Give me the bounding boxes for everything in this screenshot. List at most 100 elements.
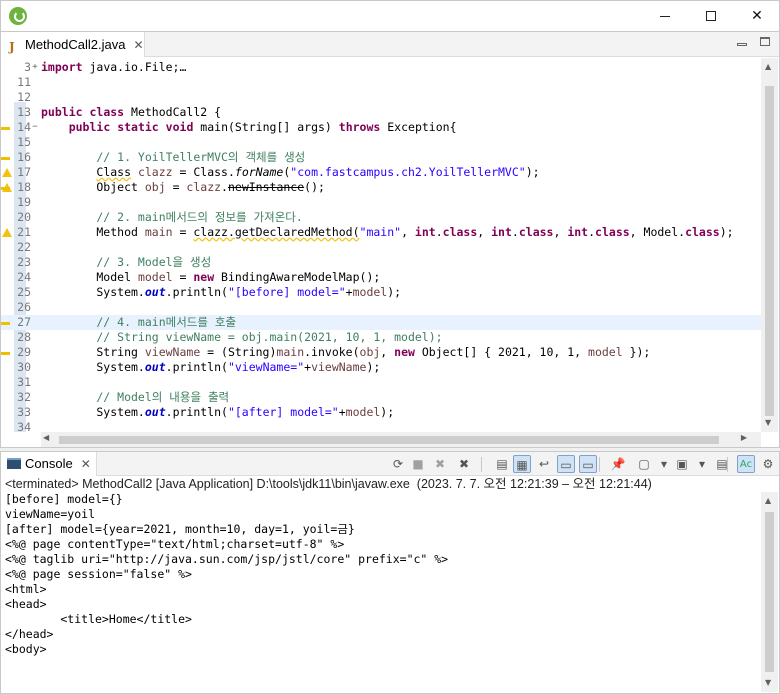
code-line[interactable]: 32 // Model의 내용을 출력 [1, 390, 761, 405]
collapse-fold-icon[interactable]: − [30, 120, 40, 135]
warning-overview-marker[interactable] [1, 352, 10, 355]
code-line[interactable]: 25 System.out.println("[before] model="+… [1, 285, 761, 300]
code-line[interactable]: 3 + import java.io.File;… [1, 60, 761, 75]
code-token: BindingAwareModelMap(); [214, 270, 381, 284]
word-wrap-icon[interactable]: ↩ [535, 455, 553, 473]
code-token: ); [525, 165, 540, 179]
copy-icon[interactable]: ▤ [713, 455, 731, 473]
console-tab[interactable]: Console ✕ [1, 452, 97, 476]
scroll-left-icon[interactable]: ◀ [43, 433, 49, 442]
code-line[interactable]: 34 [1, 420, 761, 432]
show-on-stdout-icon[interactable]: ▭ [557, 455, 575, 473]
scroll-thumb[interactable] [59, 436, 719, 444]
warning-overview-marker[interactable] [1, 127, 10, 130]
editor-maximize-button[interactable] [759, 37, 771, 49]
console-panel: Console ✕ ⟳ ■ ✖ ✖ ▤ ▦ ↩ ▭ ▭ 📌 ▢ ▾ ▣ ▾ ▤ Ac ⚙ <terminated>… [0, 451, 780, 694]
code-line[interactable]: 13 public class MethodCall2 { [1, 105, 761, 120]
code-line[interactable]: 27 // 4. main메서드를 호출 [1, 315, 761, 330]
remove-launch-icon[interactable]: ✖ [431, 455, 449, 473]
settings-gear-icon[interactable]: ⚙ [759, 455, 777, 473]
editor-panel: MethodCall2.java✕ 3+import java.io.File;… [0, 31, 780, 448]
code-token: String [41, 345, 145, 359]
console-output[interactable]: [before] model={} viewName=yoil [after] mo… [5, 492, 759, 682]
code-line[interactable]: 18 Object obj = clazz.newInstance(); [1, 180, 761, 195]
open-console-icon[interactable]: ▣ [673, 455, 691, 473]
display-selected-console-dropdown-icon[interactable]: ▾ [655, 455, 673, 473]
code-line[interactable]: 20 // 2. main메서드의 정보를 가져온다. [1, 210, 761, 225]
open-console-dropdown-icon[interactable]: ▾ [693, 455, 711, 473]
editor-tab-methodcall2[interactable]: MethodCall2.java ✕ [1, 32, 145, 60]
code-token: . [435, 225, 443, 239]
code-text: public static void main(String[] args) t… [41, 120, 457, 135]
code-line[interactable]: 12 [1, 90, 761, 105]
show-on-stderr-icon[interactable]: ▭ [579, 455, 597, 473]
code-token: clazz.getDeclaredMethod( [193, 225, 360, 239]
console-output-line: [after] model={year=2021, month=10, day=… [5, 522, 355, 536]
maximize-button[interactable] [688, 1, 734, 31]
warning-overview-marker[interactable] [1, 157, 10, 160]
editor-minimize-button[interactable] [736, 37, 748, 49]
scroll-up-icon[interactable]: ▲ [765, 62, 771, 71]
code-line[interactable]: 17 Class clazz = Class.forName("com.fast… [1, 165, 761, 180]
code-line[interactable]: 30 System.out.println("viewName="+viewNa… [1, 360, 761, 375]
editor-horizontal-scrollbar[interactable]: ◀ ▶ [41, 432, 761, 447]
display-selected-console-icon[interactable]: ▢ [635, 455, 653, 473]
code-token: model [588, 345, 623, 359]
code-token: static [117, 120, 159, 134]
code-token: viewName [311, 360, 367, 374]
warning-overview-marker[interactable] [1, 322, 10, 325]
code-line[interactable]: 23 // 3. Model을 생성 [1, 255, 761, 270]
code-token: + [338, 405, 346, 419]
close-tab-icon[interactable]: ✕ [133, 33, 143, 58]
close-tab-icon[interactable]: ✕ [81, 452, 91, 476]
scroll-lock-icon[interactable]: ▦ [513, 455, 531, 473]
code-token: import [41, 60, 83, 74]
clear-console-icon[interactable]: ▤ [493, 455, 511, 473]
ansi-console-icon[interactable]: Ac [737, 455, 755, 473]
code-line[interactable]: 29 String viewName = (String)main.invoke… [1, 345, 761, 360]
console-vertical-scrollbar[interactable]: ▲ ▼ [761, 492, 778, 692]
scroll-right-icon[interactable]: ▶ [741, 433, 747, 442]
code-token: Class [96, 165, 132, 179]
code-line[interactable]: 15 [1, 135, 761, 150]
scroll-thumb[interactable] [765, 86, 774, 416]
code-token: Model [41, 270, 138, 284]
relaunch-icon[interactable]: ⟳ [389, 455, 407, 473]
code-line[interactable]: 14− public static void main(String[] arg… [1, 120, 761, 135]
code-token: // String viewName = obj.main(2021, 10, … [41, 330, 443, 344]
warning-overview-marker[interactable] [1, 187, 10, 190]
code-line[interactable]: 24 Model model = new BindingAwareModelMa… [1, 270, 761, 285]
code-editor[interactable]: 3 + import java.io.File;… 11 12 13 public clas… [1, 58, 761, 432]
line-number: 33 [17, 405, 31, 419]
scroll-down-icon[interactable]: ▼ [765, 678, 771, 687]
console-output-line: <%@ taglib uri="http://java.sun.com/jsp/… [5, 552, 449, 566]
code-line[interactable]: 31 [1, 375, 761, 390]
console-toolbar: ⟳ ■ ✖ ✖ ▤ ▦ ↩ ▭ ▭ 📌 ▢ ▾ ▣ ▾ ▤ Ac ⚙ [385, 454, 777, 474]
console-icon [7, 458, 21, 469]
code-token: . [221, 180, 228, 194]
spring-app-icon [9, 7, 27, 25]
code-line[interactable]: 28 // String viewName = obj.main(2021, 1… [1, 330, 761, 345]
code-line[interactable]: 11 [1, 75, 761, 90]
close-button[interactable]: ✕ [734, 1, 780, 31]
terminate-icon[interactable]: ■ [409, 455, 427, 473]
scroll-up-icon[interactable]: ▲ [765, 496, 771, 505]
code-line[interactable]: 19 [1, 195, 761, 210]
scroll-down-icon[interactable]: ▼ [765, 418, 771, 427]
code-line[interactable]: 33 System.out.println("[after] model="+m… [1, 405, 761, 420]
editor-vertical-scrollbar[interactable]: ▲ ▼ [761, 58, 778, 432]
pin-console-icon[interactable]: 📌 [609, 455, 627, 473]
code-line[interactable]: 21 Method main = clazz.getDeclaredMethod… [1, 225, 761, 240]
console-output-line: viewName=yoil [5, 507, 96, 521]
expand-fold-icon[interactable]: + [30, 60, 40, 75]
code-token: int [414, 225, 436, 239]
code-line[interactable]: 26 [1, 300, 761, 315]
code-line[interactable]: 16 // 1. YoilTellerMVC의 객체를 생성 [1, 150, 761, 165]
code-line[interactable]: 22 [1, 240, 761, 255]
minimize-button[interactable] [642, 1, 688, 31]
scroll-thumb[interactable] [765, 512, 774, 672]
line-number: 28 [17, 330, 31, 344]
remove-all-terminated-icon[interactable]: ✖ [455, 455, 473, 473]
